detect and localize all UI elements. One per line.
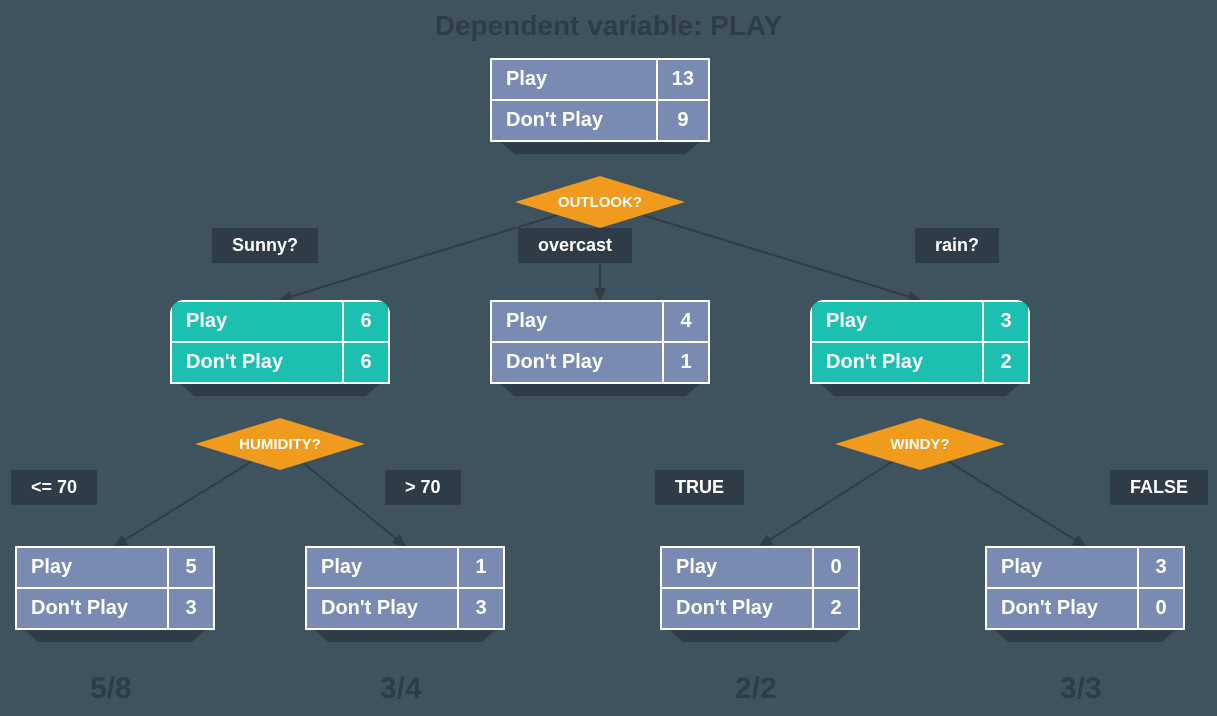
branch-label-overcast: overcast	[518, 228, 632, 263]
cell-value: 6	[343, 301, 389, 342]
cell-label: Don't Play	[661, 588, 813, 629]
node-humidity-low: Play5 Don't Play3	[15, 546, 215, 630]
page-title: Dependent variable: PLAY	[435, 10, 783, 42]
node-rain: Play3 Don't Play2	[810, 300, 1030, 384]
ratio-3: 2/2	[735, 672, 777, 706]
decision-humidity: HUMIDITY?	[195, 418, 365, 470]
cell-label: Don't Play	[171, 342, 343, 383]
cell-value: 3	[1138, 547, 1184, 588]
ratio-2: 3/4	[380, 672, 422, 706]
cell-value: 6	[343, 342, 389, 383]
cell-label: Play	[811, 301, 983, 342]
cell-value: 4	[663, 301, 709, 342]
cell-value: 0	[1138, 588, 1184, 629]
cell-label: Play	[16, 547, 168, 588]
decision-outlook: OUTLOOK?	[515, 176, 685, 228]
cell-value: 9	[657, 100, 709, 141]
cell-value: 3	[168, 588, 214, 629]
cell-value: 1	[663, 342, 709, 383]
cell-value: 2	[983, 342, 1029, 383]
cell-label: Play	[491, 301, 663, 342]
decision-windy: WINDY?	[835, 418, 1005, 470]
branch-label-sunny: Sunny?	[212, 228, 318, 263]
cell-label: Don't Play	[491, 100, 657, 141]
cell-label: Play	[306, 547, 458, 588]
cell-value: 3	[983, 301, 1029, 342]
cell-label: Don't Play	[986, 588, 1138, 629]
cell-value: 1	[458, 547, 504, 588]
cell-value: 13	[657, 59, 709, 100]
cell-label: Play	[171, 301, 343, 342]
cell-label: Play	[491, 59, 657, 100]
ratio-4: 3/3	[1060, 672, 1102, 706]
cell-label: Don't Play	[811, 342, 983, 383]
node-root: Play13 Don't Play9	[490, 58, 710, 142]
cell-label: Play	[661, 547, 813, 588]
cell-label: Don't Play	[491, 342, 663, 383]
ratio-1: 5/8	[90, 672, 132, 706]
cell-label: Don't Play	[306, 588, 458, 629]
cell-value: 0	[813, 547, 859, 588]
node-humidity-high: Play1 Don't Play3	[305, 546, 505, 630]
node-sunny: Play6 Don't Play6	[170, 300, 390, 384]
cell-label: Play	[986, 547, 1138, 588]
node-windy-true: Play0 Don't Play2	[660, 546, 860, 630]
node-windy-false: Play3 Don't Play0	[985, 546, 1185, 630]
branch-label-humidity-high: > 70	[385, 470, 461, 505]
branch-label-humidity-low: <= 70	[11, 470, 97, 505]
branch-label-windy-true: TRUE	[655, 470, 744, 505]
node-overcast: Play4 Don't Play1	[490, 300, 710, 384]
cell-label: Don't Play	[16, 588, 168, 629]
branch-label-rain: rain?	[915, 228, 999, 263]
cell-value: 3	[458, 588, 504, 629]
cell-value: 5	[168, 547, 214, 588]
branch-label-windy-false: FALSE	[1110, 470, 1208, 505]
cell-value: 2	[813, 588, 859, 629]
